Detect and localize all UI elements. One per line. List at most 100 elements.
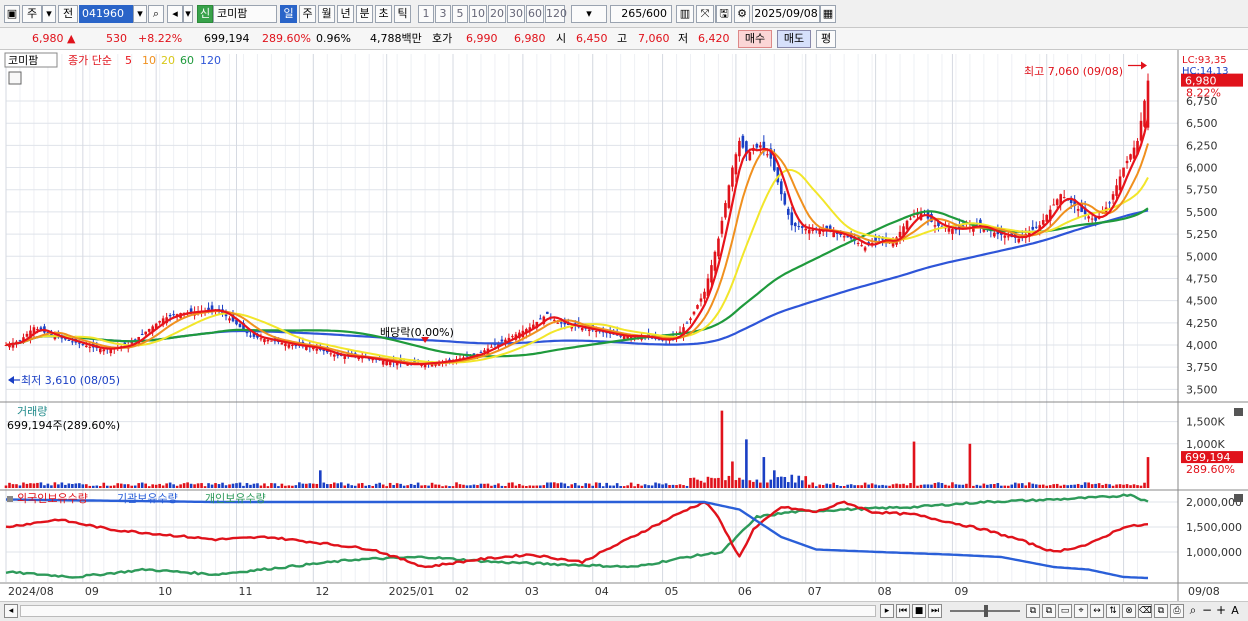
interval-button-1[interactable]: 3: [435, 5, 451, 23]
candle: [98, 348, 102, 353]
code-dropdown-icon[interactable]: ▾: [133, 5, 147, 23]
font-size-icon[interactable]: A: [1228, 604, 1242, 618]
first-page-icon[interactable]: ⏮: [896, 604, 910, 618]
x-tick-label: 2024/08: [8, 585, 54, 598]
interval-button-3[interactable]: 10: [469, 5, 487, 23]
volume-bar: [615, 483, 619, 488]
interval-button-7[interactable]: 120: [545, 5, 567, 23]
volume-bar: [154, 484, 158, 488]
volume-bar: [109, 485, 113, 488]
volume-bar: [74, 483, 78, 488]
interval-button-5[interactable]: 30: [507, 5, 525, 23]
candle: [270, 340, 273, 342]
volume-bar: [1010, 484, 1014, 488]
scroll-track[interactable]: [20, 605, 876, 617]
print-icon[interactable]: ⎙: [1170, 604, 1184, 618]
date-input[interactable]: 2025/09/08: [752, 5, 820, 23]
volume-bar: [1094, 483, 1097, 488]
volume-bar: [1097, 483, 1101, 488]
magnet-icon[interactable]: ⊗: [1122, 604, 1136, 618]
mode-select[interactable]: 전: [58, 5, 78, 23]
stock-name-field[interactable]: 코미팜: [213, 5, 277, 23]
sound-icon[interactable]: ◂: [167, 5, 183, 23]
volume-bar: [231, 483, 235, 488]
candle: [1017, 238, 1021, 243]
volume-bar: [647, 485, 650, 488]
volume-bar: [119, 483, 123, 488]
interval-button-0[interactable]: 1: [418, 5, 434, 23]
screen-icon[interactable]: ▭: [1058, 604, 1072, 618]
table-toggle-icon[interactable]: [8, 71, 22, 85]
measure-icon[interactable]: ↔: [1090, 604, 1104, 618]
interval-button-6[interactable]: 60: [526, 5, 544, 23]
cross-tool-icon[interactable]: ⤧: [696, 5, 714, 23]
volume-bar: [451, 486, 455, 488]
gear-icon[interactable]: ⚙: [734, 5, 750, 23]
volume-bar: [385, 486, 388, 488]
stock-code-value: 041960: [82, 7, 124, 20]
price-tick-label: 5,750: [1186, 184, 1218, 197]
sell-button[interactable]: 매도: [777, 30, 811, 48]
zoom-icon[interactable]: ⌕: [1186, 604, 1200, 618]
period-button-4[interactable]: 분: [356, 5, 373, 23]
scroll-right-icon[interactable]: ▸: [880, 604, 894, 618]
layout-icon[interactable]: ▣: [4, 5, 20, 23]
compare-icon[interactable]: ⧉: [1026, 604, 1040, 618]
period-button-1[interactable]: 주: [299, 5, 316, 23]
buy-button[interactable]: 매수: [738, 30, 772, 48]
copy-icon[interactable]: ⧉: [1154, 604, 1168, 618]
stock-code-input[interactable]: 041960: [79, 5, 133, 23]
zoom-slider-handle[interactable]: [984, 605, 988, 617]
interval-button-4[interactable]: 20: [488, 5, 506, 23]
search-icon[interactable]: ⌕: [148, 5, 164, 23]
volume-bar: [898, 484, 902, 488]
last-volume-ratio: 289.60%: [1186, 463, 1235, 476]
quote-bar: 6,980 ▲ 530 +8.22% 699,194 289.60% 0.96%…: [0, 28, 1248, 50]
market-select[interactable]: 주: [22, 5, 42, 23]
count-field[interactable]: 265/600: [610, 5, 672, 23]
x-tick-label: 2025/01: [389, 585, 435, 598]
zoom-out-icon[interactable]: −: [1200, 604, 1214, 618]
volume-bar: [465, 485, 469, 488]
window-icon[interactable]: ⧉: [1042, 604, 1056, 618]
stop-icon[interactable]: ■: [912, 604, 926, 618]
volume-bar: [175, 485, 179, 488]
volume-close-icon[interactable]: [1234, 408, 1243, 416]
volume-bar: [1143, 482, 1146, 488]
average-button[interactable]: 평: [816, 30, 836, 48]
sound-dropdown-icon[interactable]: ▾: [183, 5, 193, 23]
volume-bar: [979, 485, 982, 488]
candle: [228, 318, 231, 321]
period-button-2[interactable]: 월: [318, 5, 335, 23]
volume-bar: [357, 483, 361, 488]
interval-button-2[interactable]: 5: [452, 5, 468, 23]
volume-bar: [1115, 484, 1118, 488]
period-button-6[interactable]: 틱: [394, 5, 411, 23]
crosshair-icon[interactable]: ⌖: [1074, 604, 1088, 618]
stock-chart[interactable]: 6,9808.22% 699,194289.60% 3,5003,7504,00…: [0, 50, 1248, 601]
volume-bar: [490, 485, 493, 488]
interval-dropdown[interactable]: ▾: [571, 5, 607, 23]
volume-bar: [1125, 484, 1129, 488]
candle: [905, 220, 909, 230]
holding-close-icon[interactable]: [1234, 494, 1243, 502]
period-button-3[interactable]: 년: [337, 5, 354, 23]
indicator-icon[interactable]: ⇅: [1106, 604, 1120, 618]
market-dropdown-icon[interactable]: ▾: [42, 5, 56, 23]
dividend-label: 배당락(0.00%): [380, 326, 454, 339]
volume-bar: [291, 485, 294, 488]
volume-bar: [15, 484, 18, 488]
scroll-left-icon[interactable]: ◂: [4, 604, 18, 618]
period-button-0[interactable]: 일: [280, 5, 297, 23]
volume-bar: [137, 483, 141, 488]
candle-icon[interactable]: ▥: [676, 5, 694, 23]
zoom-in-icon[interactable]: +: [1214, 604, 1228, 618]
candle: [807, 229, 811, 234]
chart-navigation-bar: ◂ ▸ ⏮ ■ ⏭ ⧉ ⧉ ▭ ⌖ ↔ ⇅ ⊗ ⌫ ⧉ ⎙ ⌕ − + A: [0, 601, 1248, 621]
save-icon[interactable]: 🖫: [716, 5, 732, 23]
volume-bar: [200, 483, 203, 488]
period-button-5[interactable]: 초: [375, 5, 392, 23]
last-page-icon[interactable]: ⏭: [928, 604, 942, 618]
erase-icon[interactable]: ⌫: [1138, 604, 1152, 618]
calendar-icon[interactable]: ▦: [820, 5, 836, 23]
